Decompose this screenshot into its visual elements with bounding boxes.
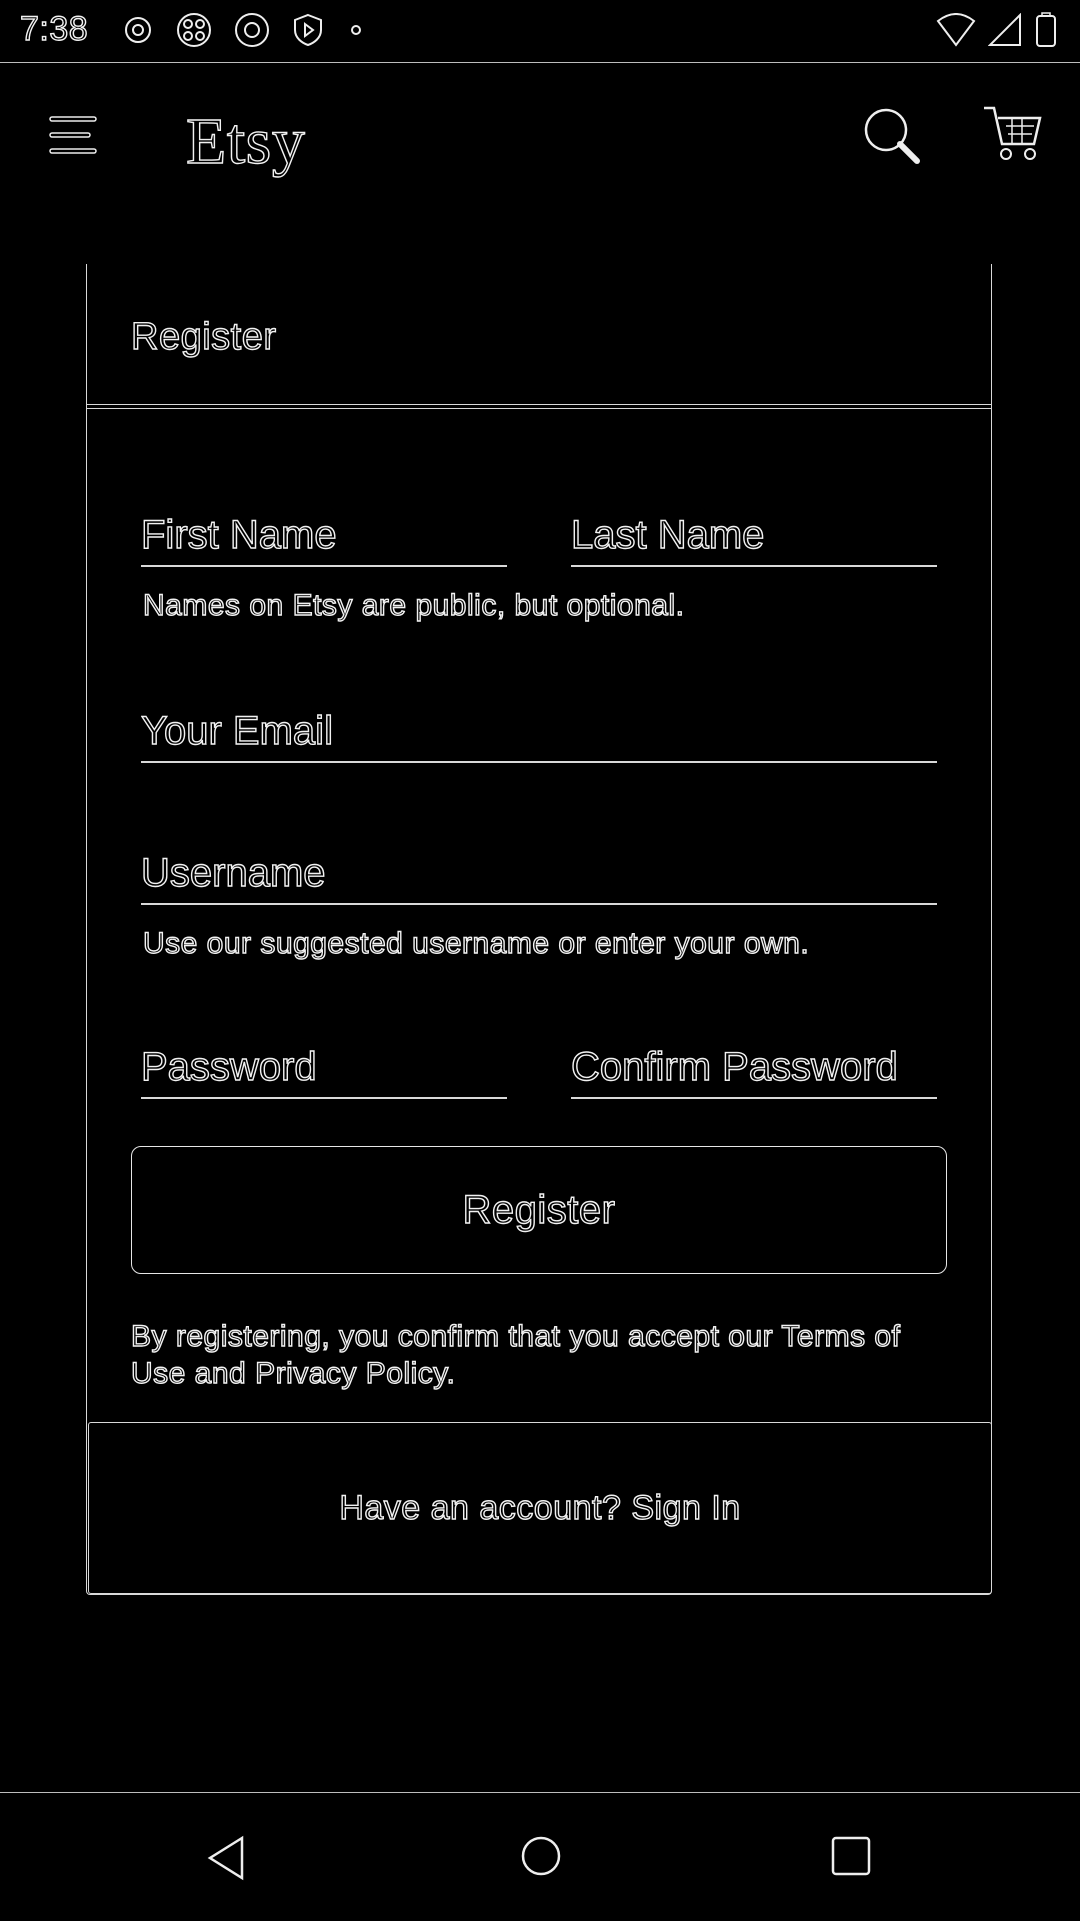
- register-button[interactable]: Register: [131, 1146, 947, 1274]
- shield-play-icon: [294, 13, 322, 47]
- settings-icon: [125, 17, 151, 43]
- confirm-password-input[interactable]: [571, 1037, 937, 1097]
- username-hint: Use our suggested username or enter your…: [142, 926, 810, 960]
- app-bar: Etsy: [0, 62, 1080, 212]
- status-time: 7:38: [19, 9, 89, 48]
- names-hint: Names on Etsy are public, but optional.: [142, 588, 685, 622]
- cart-icon[interactable]: [982, 104, 1044, 164]
- sign-in-link[interactable]: Have an account? Sign In: [88, 1422, 992, 1594]
- apps-icon: [177, 13, 211, 47]
- first-name-field[interactable]: [141, 505, 507, 567]
- system-nav-bar: [0, 1792, 1080, 1921]
- legal-text: By registering, you confirm that you acc…: [130, 1319, 901, 1390]
- password-field[interactable]: [141, 1037, 507, 1099]
- back-icon[interactable]: [204, 1835, 250, 1881]
- card-header-title: Register: [130, 315, 277, 358]
- dot-icon: [351, 25, 361, 35]
- menu-icon[interactable]: [48, 114, 98, 156]
- last-name-input[interactable]: [571, 505, 937, 565]
- password-input[interactable]: [141, 1037, 507, 1097]
- last-name-field[interactable]: [571, 505, 937, 567]
- wifi-icon: [936, 13, 976, 47]
- username-input[interactable]: [141, 843, 937, 903]
- confirm-password-field[interactable]: [571, 1037, 937, 1099]
- battery-icon: [1036, 12, 1056, 47]
- status-bar: 7:38: [0, 0, 1080, 63]
- first-name-input[interactable]: [141, 505, 507, 565]
- register-card: Register Names on Etsy are public, but o…: [86, 264, 992, 1595]
- status-icons-left: [120, 12, 368, 48]
- search-icon[interactable]: [862, 106, 922, 166]
- signal-icon: [988, 13, 1021, 46]
- aperture-icon: [235, 13, 269, 47]
- email-input[interactable]: [141, 701, 937, 761]
- username-field[interactable]: [141, 843, 937, 905]
- home-icon[interactable]: [520, 1835, 562, 1877]
- email-field[interactable]: [141, 701, 937, 763]
- card-header: Register: [87, 264, 991, 405]
- recents-icon[interactable]: [830, 1835, 872, 1877]
- etsy-logo[interactable]: Etsy: [185, 104, 305, 180]
- status-icons-right: [936, 12, 1058, 48]
